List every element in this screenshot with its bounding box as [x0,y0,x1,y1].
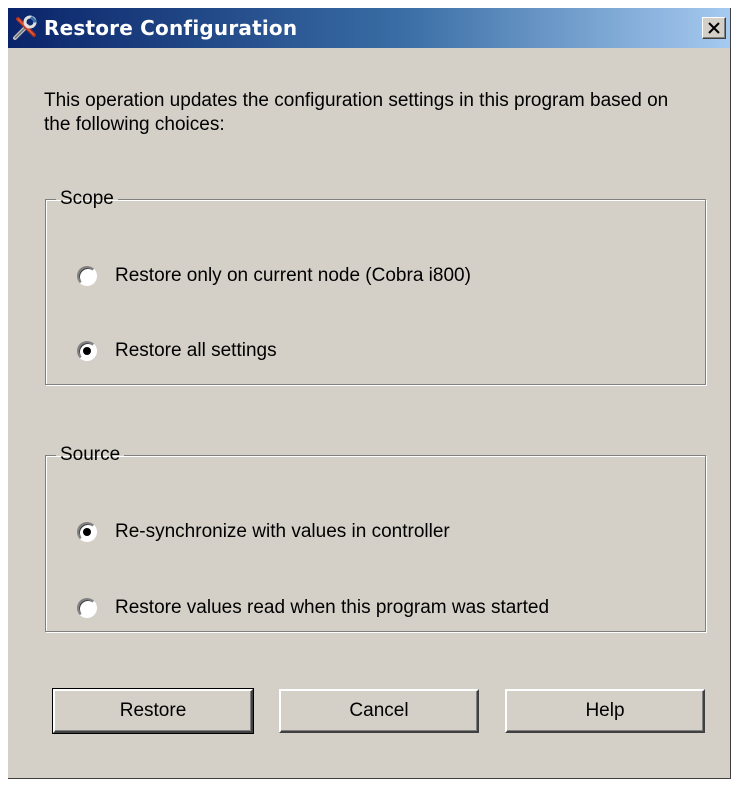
radio-label: Restore only on current node (Cobra i800… [115,265,471,286]
radio-button-selected[interactable] [77,522,97,542]
close-button[interactable] [702,17,726,39]
source-group: Source Re-synchronize with values in con… [45,445,706,632]
title-bar[interactable]: Restore Configuration [8,8,730,48]
radio-button-selected[interactable] [77,341,97,361]
help-button[interactable]: Help [505,689,705,733]
radio-button[interactable] [77,598,97,618]
radio-label: Restore values read when this program wa… [115,597,550,618]
source-option-restore-startup-values[interactable]: Restore values read when this program wa… [77,595,549,621]
scope-legend: Scope [60,188,114,209]
cancel-button[interactable]: Cancel [279,689,479,733]
scope-option-current-node[interactable]: Restore only on current node (Cobra i800… [77,263,471,289]
intro-text: This operation updates the configuration… [44,90,669,135]
close-icon [708,22,720,34]
tools-icon [12,15,40,41]
window-title: Restore Configuration [44,16,298,40]
radio-label: Re-synchronize with values in controller [115,521,450,542]
restore-configuration-dialog: Restore Configuration This operation upd… [8,8,731,779]
scope-option-all-settings[interactable]: Restore all settings [77,338,277,364]
source-legend: Source [60,444,121,465]
scope-group: Scope Restore only on current node (Cobr… [45,189,706,385]
source-option-resync-controller[interactable]: Re-synchronize with values in controller [77,519,450,545]
radio-button[interactable] [77,266,97,286]
restore-button[interactable]: Restore [52,688,254,734]
radio-label: Restore all settings [115,340,277,361]
